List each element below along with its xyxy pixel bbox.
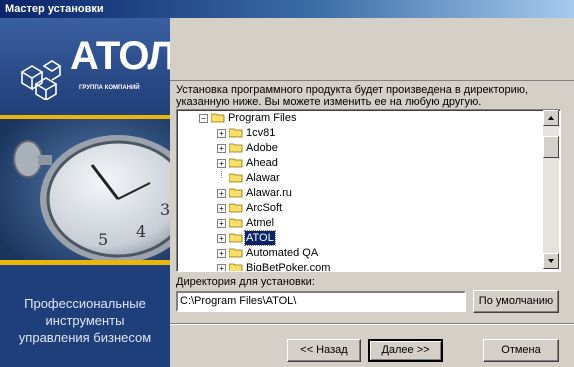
directory-input[interactable]: C:\Program Files\ATOL\: [176, 291, 466, 312]
folder-icon: [229, 128, 243, 138]
default-dir-button[interactable]: По умолчанию: [473, 290, 559, 313]
scroll-down-button[interactable]: [543, 253, 559, 269]
expand-plus-icon[interactable]: +: [217, 234, 226, 243]
instructions-text: Установка программного продукта будет пр…: [176, 84, 529, 108]
pocket-watch-icon: 4 5 3: [0, 119, 170, 260]
scroll-up-button[interactable]: [543, 110, 559, 126]
scroll-thumb[interactable]: [543, 136, 559, 158]
expand-plus-icon[interactable]: +: [217, 129, 226, 138]
folder-tree[interactable]: − Program Files + 1cv81 + Adobe + Ahead …: [176, 109, 561, 272]
arrow-down-icon: [548, 259, 554, 263]
expand-plus-icon[interactable]: +: [217, 204, 226, 213]
watch-image: 4 5 3: [0, 119, 170, 260]
accent-stripe-bottom: [0, 260, 170, 265]
folder-icon: [229, 263, 243, 271]
sidebar-banner: АТОЛ ГРУППА КОМПАНИЙ 4 5 3 Профессиональ…: [0, 18, 170, 367]
header-panel: [170, 18, 574, 81]
expand-plus-icon[interactable]: +: [217, 189, 226, 198]
expand-plus-icon[interactable]: +: [217, 219, 226, 228]
tree-connector: [221, 171, 223, 178]
folder-icon: [229, 173, 243, 183]
svg-text:3: 3: [160, 200, 170, 219]
folder-icon: [229, 203, 243, 213]
svg-text:5: 5: [98, 230, 108, 249]
collapse-minus-icon[interactable]: −: [199, 114, 208, 123]
expand-plus-icon[interactable]: +: [217, 264, 226, 271]
logo-cubes-icon: [20, 60, 62, 100]
tree-scrollbar[interactable]: [543, 110, 559, 269]
arrow-up-icon: [548, 116, 554, 120]
folder-icon: [229, 218, 243, 228]
svg-text:4: 4: [136, 222, 146, 241]
folder-icon: [229, 233, 243, 243]
separator: [170, 323, 574, 325]
folder-open-icon: [211, 113, 225, 123]
next-button[interactable]: Далее >>: [368, 339, 443, 362]
folder-icon: [229, 248, 243, 258]
folder-icon: [229, 143, 243, 153]
back-button[interactable]: << Назад: [287, 339, 361, 362]
expand-plus-icon[interactable]: +: [217, 249, 226, 258]
logo-text: АТОЛ: [70, 34, 170, 78]
cancel-button[interactable]: Отмена: [483, 339, 559, 362]
expand-plus-icon[interactable]: +: [217, 159, 226, 168]
directory-label: Директория для установки:: [176, 276, 315, 288]
logo-subtext: ГРУППА КОМПАНИЙ: [79, 85, 140, 91]
logo-panel: АТОЛ ГРУППА КОМПАНИЙ: [0, 18, 170, 115]
window-title: Мастер установки: [0, 0, 574, 18]
expand-plus-icon[interactable]: +: [217, 144, 226, 153]
folder-icon: [229, 158, 243, 168]
folder-icon: [229, 188, 243, 198]
tagline: Профессиональные инструменты управления …: [18, 296, 152, 345]
